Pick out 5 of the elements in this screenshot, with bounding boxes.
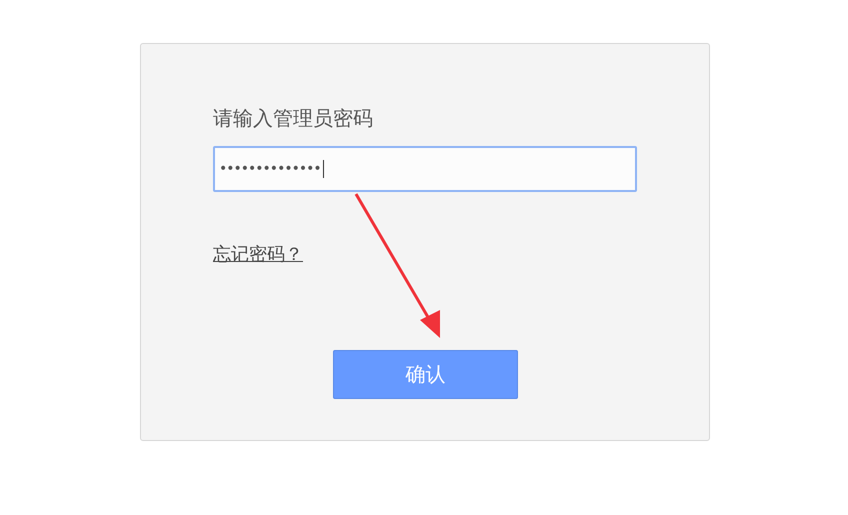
password-field[interactable]: •••••••••••••• bbox=[213, 146, 637, 192]
forgot-password-link[interactable]: 忘记密码？ bbox=[213, 242, 303, 266]
password-prompt: 请输入管理员密码 bbox=[213, 105, 374, 132]
password-value: •••••••••••••• bbox=[219, 161, 321, 177]
text-caret bbox=[322, 160, 324, 178]
